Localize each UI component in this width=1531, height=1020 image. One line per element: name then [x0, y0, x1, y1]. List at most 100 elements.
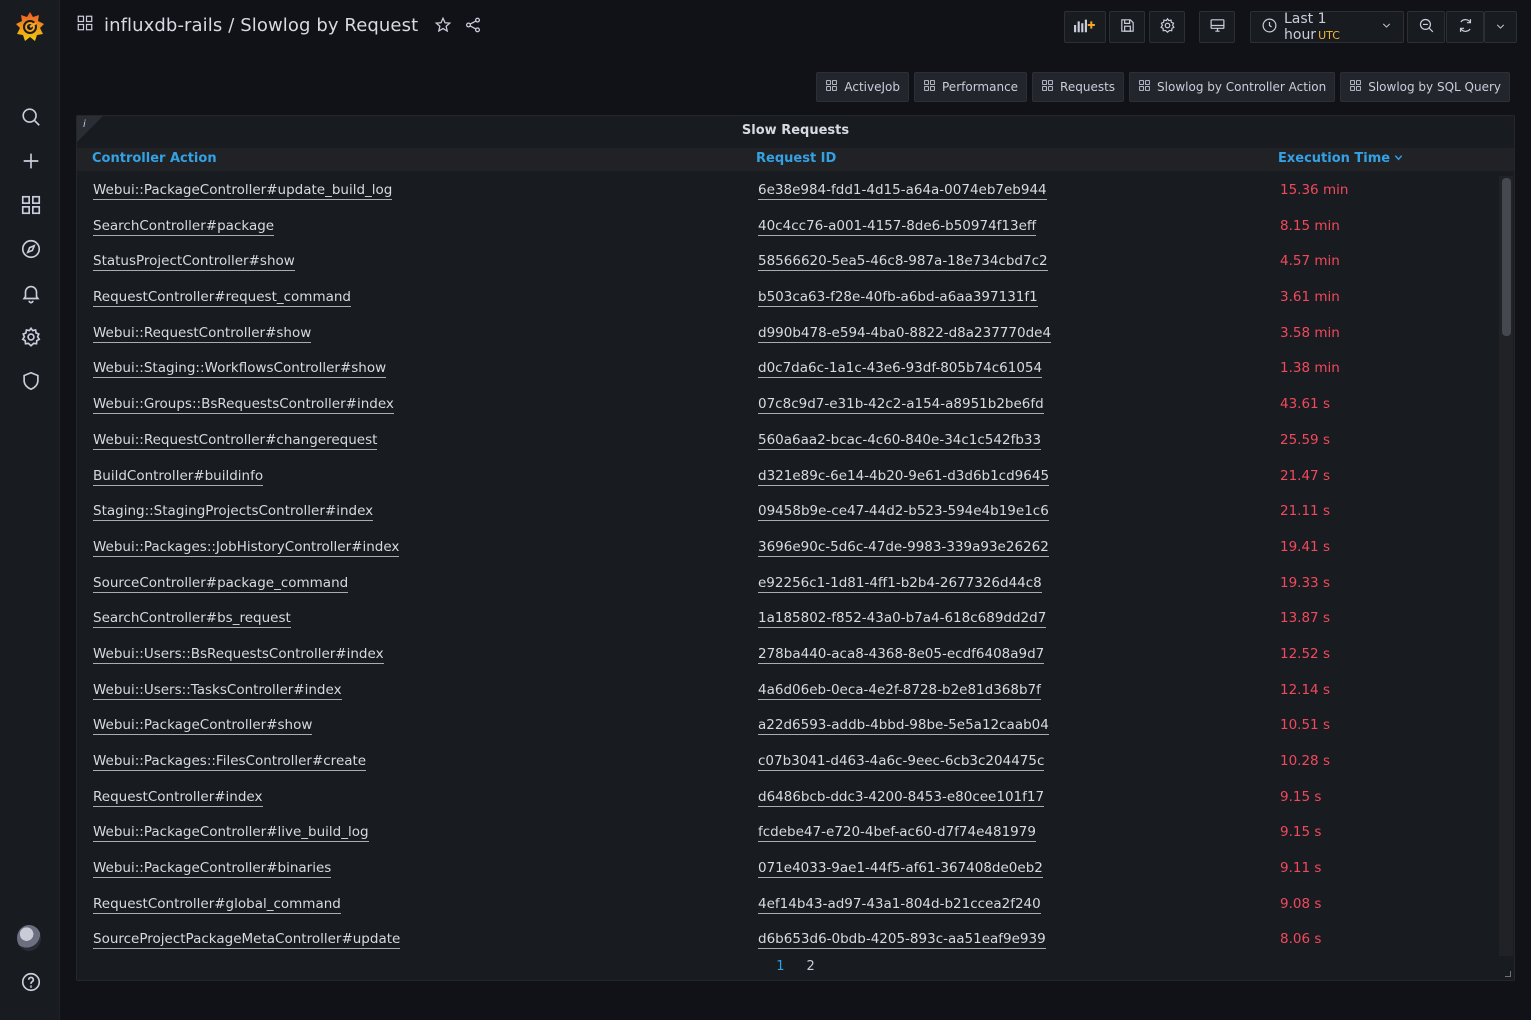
table-row: BuildController#buildinfo d321e89c-6e14-4… — [77, 460, 1499, 496]
execution-time-value: 3.61 min — [1280, 289, 1340, 306]
execution-time-value: 21.11 s — [1280, 503, 1330, 520]
controller-action-link[interactable]: RequestController#index — [93, 789, 263, 807]
controller-action-link[interactable]: Webui::Staging::WorkflowsController#show — [93, 360, 387, 379]
dashboard-link-requests[interactable]: Requests — [1032, 72, 1125, 102]
dashboard-links: ActiveJob Performance Requests Slowlog b… — [816, 72, 1510, 102]
request-id-link[interactable]: d321e89c-6e14-4b20-9e61-d3d6b1cd9645 — [758, 468, 1050, 486]
search-icon[interactable] — [18, 104, 44, 130]
execution-time-value: 21.47 s — [1280, 467, 1330, 484]
controller-action-link[interactable]: Webui::Users::TasksController#index — [93, 682, 342, 700]
add-panel-button[interactable] — [1064, 11, 1106, 43]
request-id-link[interactable]: 6e38e984-fdd1-4d15-a64a-0074eb7eb944 — [758, 182, 1047, 200]
save-dashboard-button[interactable] — [1109, 11, 1145, 43]
table-row: RequestController#index d6486bcb-ddc3-420… — [77, 781, 1499, 817]
request-id-link[interactable]: d6b653d6-0bdb-4205-893c-aa51eaf9e939 — [758, 931, 1046, 950]
table-scrollbar[interactable] — [1499, 176, 1513, 956]
request-id-link[interactable]: 07c8c9d7-e31b-42c2-a154-a8951b2be6fd — [758, 396, 1044, 415]
scrollbar-thumb[interactable] — [1502, 178, 1511, 336]
request-id-link[interactable]: b503ca63-f28e-40fb-a6bd-a6aa397131f1 — [758, 289, 1038, 308]
dashboards-icon[interactable] — [18, 192, 44, 218]
folder-name[interactable]: influxdb-rails — [104, 15, 222, 36]
table-row: Webui::Packages::JobHistoryController#in… — [77, 531, 1499, 567]
request-id-link[interactable]: 071e4033-9ae1-44f5-af61-367408de0eb2 — [758, 860, 1043, 879]
controller-action-link[interactable]: Webui::RequestController#changerequest — [93, 432, 378, 450]
execution-time-value: 19.33 s — [1280, 574, 1330, 591]
table-row: SearchController#bs_request 1a185802-f852… — [77, 602, 1499, 638]
request-id-link[interactable]: 4a6d06eb-0eca-4e2f-8728-b2e81d368b7f — [758, 682, 1041, 700]
share-icon[interactable] — [464, 16, 482, 34]
controller-action-link[interactable]: Webui::PackageController#update_build_lo… — [93, 182, 393, 200]
dashboard-link-slowlog-controller[interactable]: Slowlog by Controller Action — [1129, 72, 1336, 102]
shield-icon[interactable] — [18, 368, 44, 394]
request-id-link[interactable]: c07b3041-d463-4a6c-9eec-6cb3c204475c — [758, 753, 1045, 771]
page-1-button[interactable]: 1 — [776, 959, 784, 974]
execution-time-value: 13.87 s — [1280, 610, 1330, 627]
controller-action-link[interactable]: Webui::Groups::BsRequestsController#inde… — [93, 396, 394, 415]
dashboard-link-performance[interactable]: Performance — [914, 72, 1028, 102]
table-row: Webui::PackageController#live_build_log f… — [77, 816, 1499, 852]
table-row: SearchController#package 40c4cc76-a001-41… — [77, 210, 1499, 246]
page-title[interactable]: influxdb-rails / Slowlog by Request — [104, 15, 418, 36]
request-id-link[interactable]: d6486bcb-ddc3-4200-8453-e80cee101f17 — [758, 789, 1045, 807]
dashboard-settings-button[interactable] — [1149, 11, 1185, 43]
table-row: SourceController#package_command e92256c1… — [77, 567, 1499, 603]
request-id-link[interactable]: 40c4cc76-a001-4157-8de6-b50974f13eff — [758, 218, 1037, 236]
request-id-link[interactable]: 278ba440-aca8-4368-8e05-ecdf6408a9d7 — [758, 646, 1045, 664]
request-id-link[interactable]: e92256c1-1d81-4ff1-b2b4-2677326d44c8 — [758, 575, 1042, 593]
controller-action-link[interactable]: SourceController#package_command — [93, 575, 349, 593]
request-id-link[interactable]: 09458b9e-ce47-44d2-b523-594e4b19e1c6 — [758, 503, 1049, 522]
controller-action-link[interactable]: Webui::RequestController#show — [93, 325, 312, 343]
controller-action-link[interactable]: RequestController#request_command — [93, 289, 352, 308]
refresh-button[interactable] — [1446, 11, 1484, 43]
controller-action-link[interactable]: SearchController#package — [93, 218, 275, 236]
chevron-down-icon — [1494, 18, 1507, 37]
execution-time-value: 9.11 s — [1280, 860, 1322, 877]
request-id-link[interactable]: 4ef14b43-ad97-43a1-804d-b21ccea2f240 — [758, 896, 1041, 914]
controller-action-link[interactable]: StatusProjectController#show — [93, 253, 295, 272]
star-icon[interactable] — [434, 16, 452, 34]
controller-action-link[interactable]: Webui::PackageController#show — [93, 717, 313, 736]
dashboard-link-activejob[interactable]: ActiveJob — [816, 72, 909, 102]
page-2-button[interactable]: 2 — [807, 959, 815, 974]
dashboard-name[interactable]: Slowlog by Request — [240, 15, 418, 36]
controller-action-link[interactable]: Webui::PackageController#live_build_log — [93, 824, 369, 843]
plus-icon[interactable] — [18, 148, 44, 174]
gear-icon[interactable] — [18, 324, 44, 350]
time-range-picker[interactable]: Last 1 hour UTC — [1250, 11, 1404, 43]
request-id-link[interactable]: a22d6593-addb-4bbd-98be-5e5a12caab04 — [758, 717, 1049, 736]
request-id-link[interactable]: 58566620-5ea5-46c8-987a-18e734cbd7c2 — [758, 253, 1048, 272]
tv-mode-button[interactable] — [1199, 11, 1235, 43]
request-id-link[interactable]: fcdebe47-e720-4bef-ac60-d7f74e481979 — [758, 824, 1036, 843]
request-id-link[interactable]: 560a6aa2-bcac-4c60-840e-34c1c542fb33 — [758, 432, 1042, 450]
controller-action-link[interactable]: Webui::PackageController#binaries — [93, 860, 332, 879]
sidebar — [0, 0, 60, 1020]
refresh-interval-dropdown[interactable] — [1484, 11, 1517, 43]
help-icon[interactable] — [18, 969, 44, 995]
controller-action-link[interactable]: Webui::Users::BsRequestsController#index — [93, 646, 384, 664]
panel-title[interactable]: Slow Requests — [77, 123, 1514, 138]
controller-action-link[interactable]: RequestController#global_command — [93, 896, 341, 914]
controller-action-link[interactable]: BuildController#buildinfo — [93, 468, 264, 486]
grafana-logo-icon[interactable] — [14, 10, 46, 44]
column-header-request-id[interactable]: Request ID — [756, 151, 836, 166]
execution-time-value: 15.36 min — [1280, 182, 1349, 198]
alerting-bell-icon[interactable] — [18, 280, 44, 306]
request-id-link[interactable]: 3696e90c-5d6c-47de-9983-339a93e26262 — [758, 539, 1049, 557]
table-row: Webui::PackageController#binaries 071e403… — [77, 852, 1499, 888]
request-id-link[interactable]: 1a185802-f852-43a0-b7a4-618c689dd2d7 — [758, 610, 1047, 629]
explore-compass-icon[interactable] — [18, 236, 44, 262]
avatar[interactable] — [17, 925, 41, 951]
controller-action-link[interactable]: SearchController#bs_request — [93, 610, 291, 629]
controller-action-link[interactable]: Webui::Packages::FilesController#create — [93, 753, 367, 771]
panel-resize-handle[interactable] — [1505, 971, 1511, 977]
column-header-execution-time[interactable]: Execution Time — [1278, 151, 1403, 166]
controller-action-link[interactable]: Webui::Packages::JobHistoryController#in… — [93, 539, 400, 557]
controller-action-link[interactable]: Staging::StagingProjectsController#index — [93, 503, 374, 522]
request-id-link[interactable]: d0c7da6c-1a1c-43e6-93df-805b74c61054 — [758, 360, 1043, 379]
controller-action-link[interactable]: SourceProjectPackageMetaController#updat… — [93, 931, 401, 950]
column-header-controller-action[interactable]: Controller Action — [92, 151, 217, 166]
dashboard-link-slowlog-sql[interactable]: Slowlog by SQL Query — [1340, 72, 1510, 102]
zoom-out-button[interactable] — [1407, 11, 1445, 43]
request-id-link[interactable]: d990b478-e594-4ba0-8822-d8a237770de4 — [758, 325, 1052, 343]
top-navbar: influxdb-rails / Slowlog by Request Last… — [60, 0, 1531, 56]
